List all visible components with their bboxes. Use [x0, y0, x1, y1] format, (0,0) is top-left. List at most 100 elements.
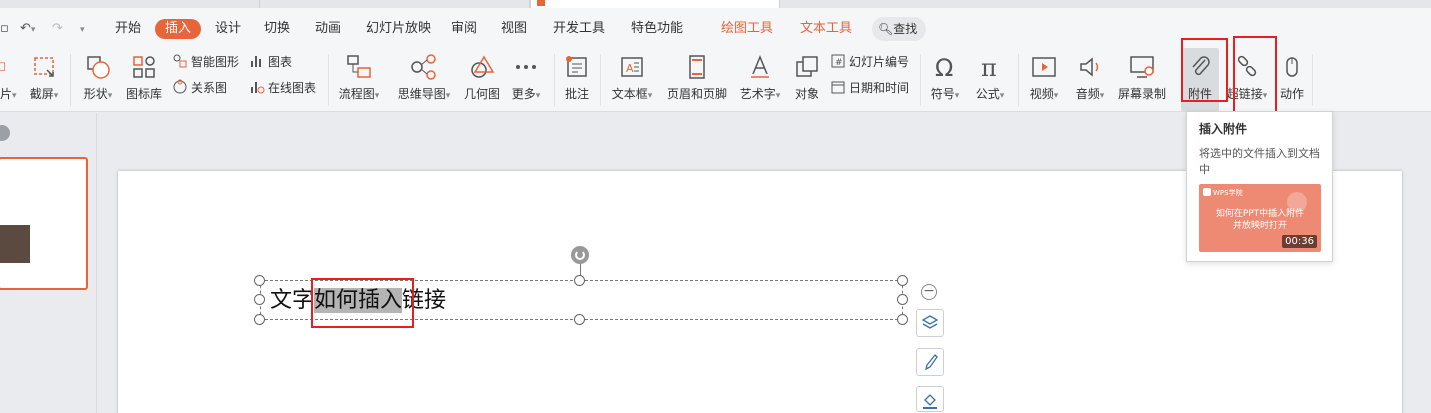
screenshot-label: 截屏	[29, 87, 54, 101]
action-button[interactable]: 动作	[1276, 48, 1308, 112]
resize-handle[interactable]	[897, 275, 908, 286]
tooltip-video-thumbnail[interactable]: WPS学院 如何在PPT中插入附件 并放映时打开 00:36	[1199, 184, 1321, 252]
tab-special-features[interactable]: 特色功能	[631, 19, 683, 39]
flowchart-icon	[347, 55, 371, 78]
layers-button[interactable]	[916, 309, 944, 337]
slide-thumbnail-panel	[0, 113, 97, 413]
screen-record-label: 屏幕录制	[1117, 87, 1166, 101]
resize-handle[interactable]	[254, 275, 265, 286]
video-button[interactable]: 视频▾	[1024, 48, 1064, 112]
header-footer-icon	[689, 55, 705, 79]
fill-button[interactable]	[916, 386, 944, 412]
format-brush-button[interactable]	[916, 348, 944, 376]
ribbon-divider	[70, 54, 71, 106]
more-icon	[516, 65, 536, 69]
icon-library-label: 图标库	[125, 87, 162, 101]
tab-developer[interactable]: 开发工具	[553, 19, 605, 39]
formula-button[interactable]: π 公式▾	[970, 48, 1010, 112]
screenshot-button[interactable]: 截屏▾	[24, 48, 64, 112]
object-button[interactable]: 对象	[790, 48, 824, 112]
fill-bucket-icon	[923, 394, 937, 409]
screen-record-icon	[1130, 56, 1154, 78]
relation-graph-label: 关系图	[191, 81, 228, 95]
tab-text-tools[interactable]: 文本工具	[800, 19, 852, 39]
header-footer-button[interactable]: 页眉和页脚	[664, 48, 730, 112]
date-time-label: 日期和时间	[849, 81, 910, 95]
slide-number-icon: #	[831, 54, 845, 68]
online-chart-button[interactable]: 在线图表	[249, 78, 316, 98]
rotate-handle[interactable]	[571, 246, 589, 264]
tab-insert[interactable]: 插入	[155, 19, 202, 39]
art-text-icon	[751, 55, 769, 78]
customize-dropdown-icon[interactable]: ▾	[80, 21, 85, 36]
icon-library-button[interactable]: 图标库	[124, 48, 164, 112]
tooltip-description: 将选中的文件插入到文档中	[1199, 147, 1320, 176]
resize-handle[interactable]	[574, 314, 585, 325]
resize-handle[interactable]	[897, 294, 908, 305]
svg-text:π: π	[981, 54, 997, 82]
save-icon[interactable]: ▫	[0, 21, 9, 36]
more-label: 更多	[511, 87, 536, 101]
shape-button[interactable]: 形状▾	[78, 48, 118, 112]
tab-slideshow[interactable]: 幻灯片放映	[366, 19, 431, 39]
geometry-icon	[471, 55, 495, 78]
screen-record-button[interactable]: 屏幕录制	[1114, 48, 1170, 112]
doc-tab-1[interactable]	[0, 0, 260, 8]
window-tab-strip	[0, 0, 1431, 8]
flowchart-button[interactable]: 流程图▾	[334, 48, 384, 112]
slide-thumbnail[interactable]	[0, 157, 88, 290]
search-label: 查找	[893, 22, 918, 36]
omega-icon: Ω	[935, 54, 953, 82]
resize-handle[interactable]	[254, 314, 265, 325]
resize-handle[interactable]	[574, 275, 585, 286]
geometry-button[interactable]: 几何图	[462, 48, 502, 112]
tab-drawing-tools[interactable]: 绘图工具	[721, 19, 773, 39]
symbol-button[interactable]: Ω 符号▾	[926, 48, 964, 112]
redo-icon[interactable]: ↷	[52, 21, 63, 36]
scroll-handle[interactable]	[0, 125, 10, 141]
brush-icon	[925, 354, 938, 371]
relation-graph-button[interactable]: 关系图	[172, 78, 227, 98]
ribbon-divider	[1312, 54, 1313, 106]
textbox-button[interactable]: A 文本框▾	[606, 48, 658, 112]
picture-button[interactable]: 片▾	[0, 48, 18, 112]
resize-handle[interactable]	[254, 294, 265, 305]
chart-label: 图表	[268, 55, 293, 69]
smart-graphic-label: 智能图形	[191, 55, 240, 69]
mindmap-icon	[411, 54, 436, 80]
tab-review[interactable]: 审阅	[451, 19, 477, 39]
highlight-selected-text	[311, 278, 414, 328]
tab-view[interactable]: 视图	[501, 19, 527, 39]
search-icon: 🔍︎	[878, 22, 894, 36]
search-button[interactable]: 🔍︎查找	[872, 17, 926, 41]
collapse-button[interactable]: −	[921, 284, 937, 300]
shape-label: 形状	[83, 87, 108, 101]
more-button[interactable]: 更多▾	[506, 48, 546, 112]
ribbon-divider	[328, 54, 329, 106]
tab-design[interactable]: 设计	[215, 19, 241, 39]
comment-button[interactable]: 批注	[560, 48, 594, 112]
video-title-line: 如何在PPT中插入附件	[1215, 209, 1305, 219]
tab-animation[interactable]: 动画	[315, 19, 341, 39]
date-time-button[interactable]: 日期和时间	[830, 78, 909, 98]
smart-graphic-button[interactable]: 智能图形	[172, 52, 239, 72]
doc-tab-active[interactable]	[530, 0, 780, 8]
shape-icon	[87, 56, 110, 79]
tab-home[interactable]: 开始	[115, 19, 141, 39]
art-text-button[interactable]: 艺术字▾	[736, 48, 784, 112]
audio-button[interactable]: 音频▾	[1070, 48, 1110, 112]
picture-icon	[0, 62, 6, 71]
tab-transition[interactable]: 切换	[264, 19, 290, 39]
action-label: 动作	[1279, 87, 1304, 101]
screenshot-icon	[34, 57, 54, 77]
video-icon	[1032, 57, 1056, 77]
doc-tab-2[interactable]	[260, 0, 530, 8]
attachment-tooltip: 插入附件 将选中的文件插入到文档中 WPS学院 如何在PPT中插入附件 并放映时…	[1186, 111, 1333, 262]
resize-handle[interactable]	[897, 314, 908, 325]
object-label: 对象	[794, 87, 819, 101]
mindmap-button[interactable]: 思维导图▾	[392, 48, 456, 112]
chart-button[interactable]: 图表	[249, 52, 292, 72]
video-title: 如何在PPT中插入附件 并放映时打开	[1199, 208, 1321, 232]
slide-number-button[interactable]: # 幻灯片编号	[830, 52, 909, 72]
undo-icon[interactable]: ↶▾	[20, 21, 35, 36]
